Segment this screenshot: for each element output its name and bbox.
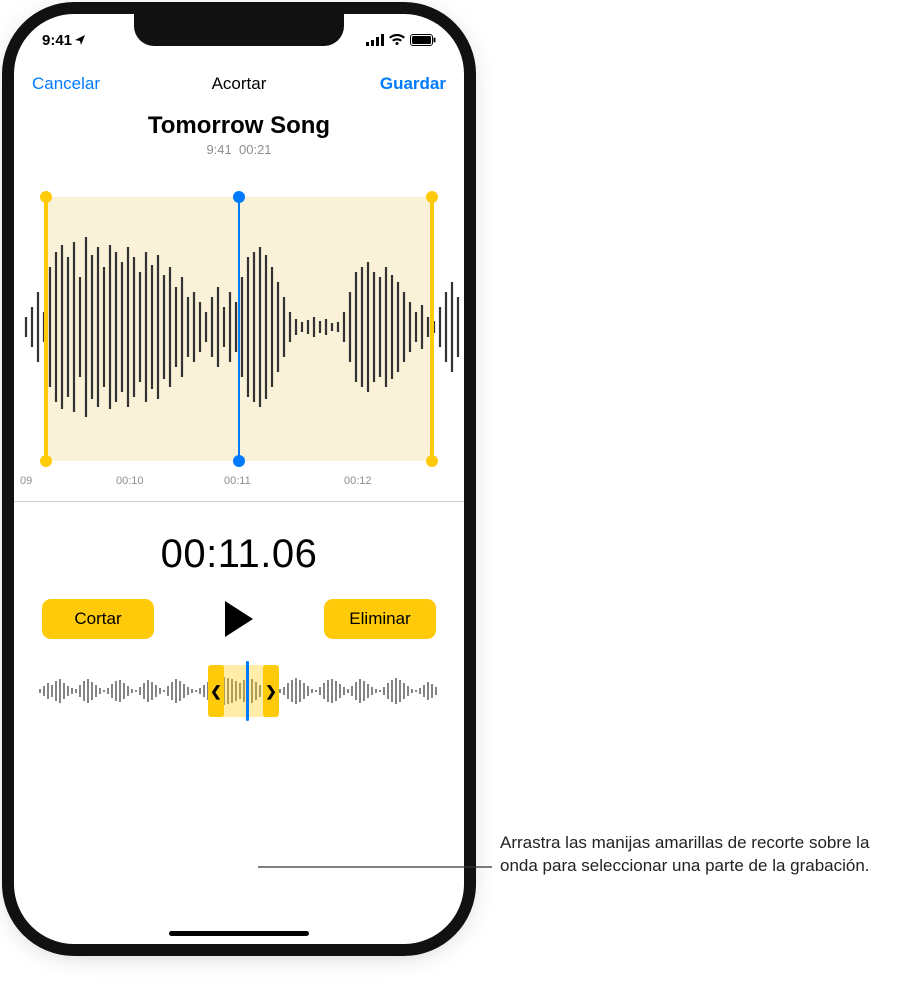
cellular-icon: [366, 34, 384, 46]
annotation-text: Arrastra las manijas amarillas de recort…: [500, 832, 892, 878]
wifi-icon: [389, 34, 405, 46]
location-icon: [74, 34, 86, 46]
device-notch: [134, 14, 344, 46]
battery-icon: [410, 34, 436, 46]
status-time: 9:41: [42, 32, 72, 49]
